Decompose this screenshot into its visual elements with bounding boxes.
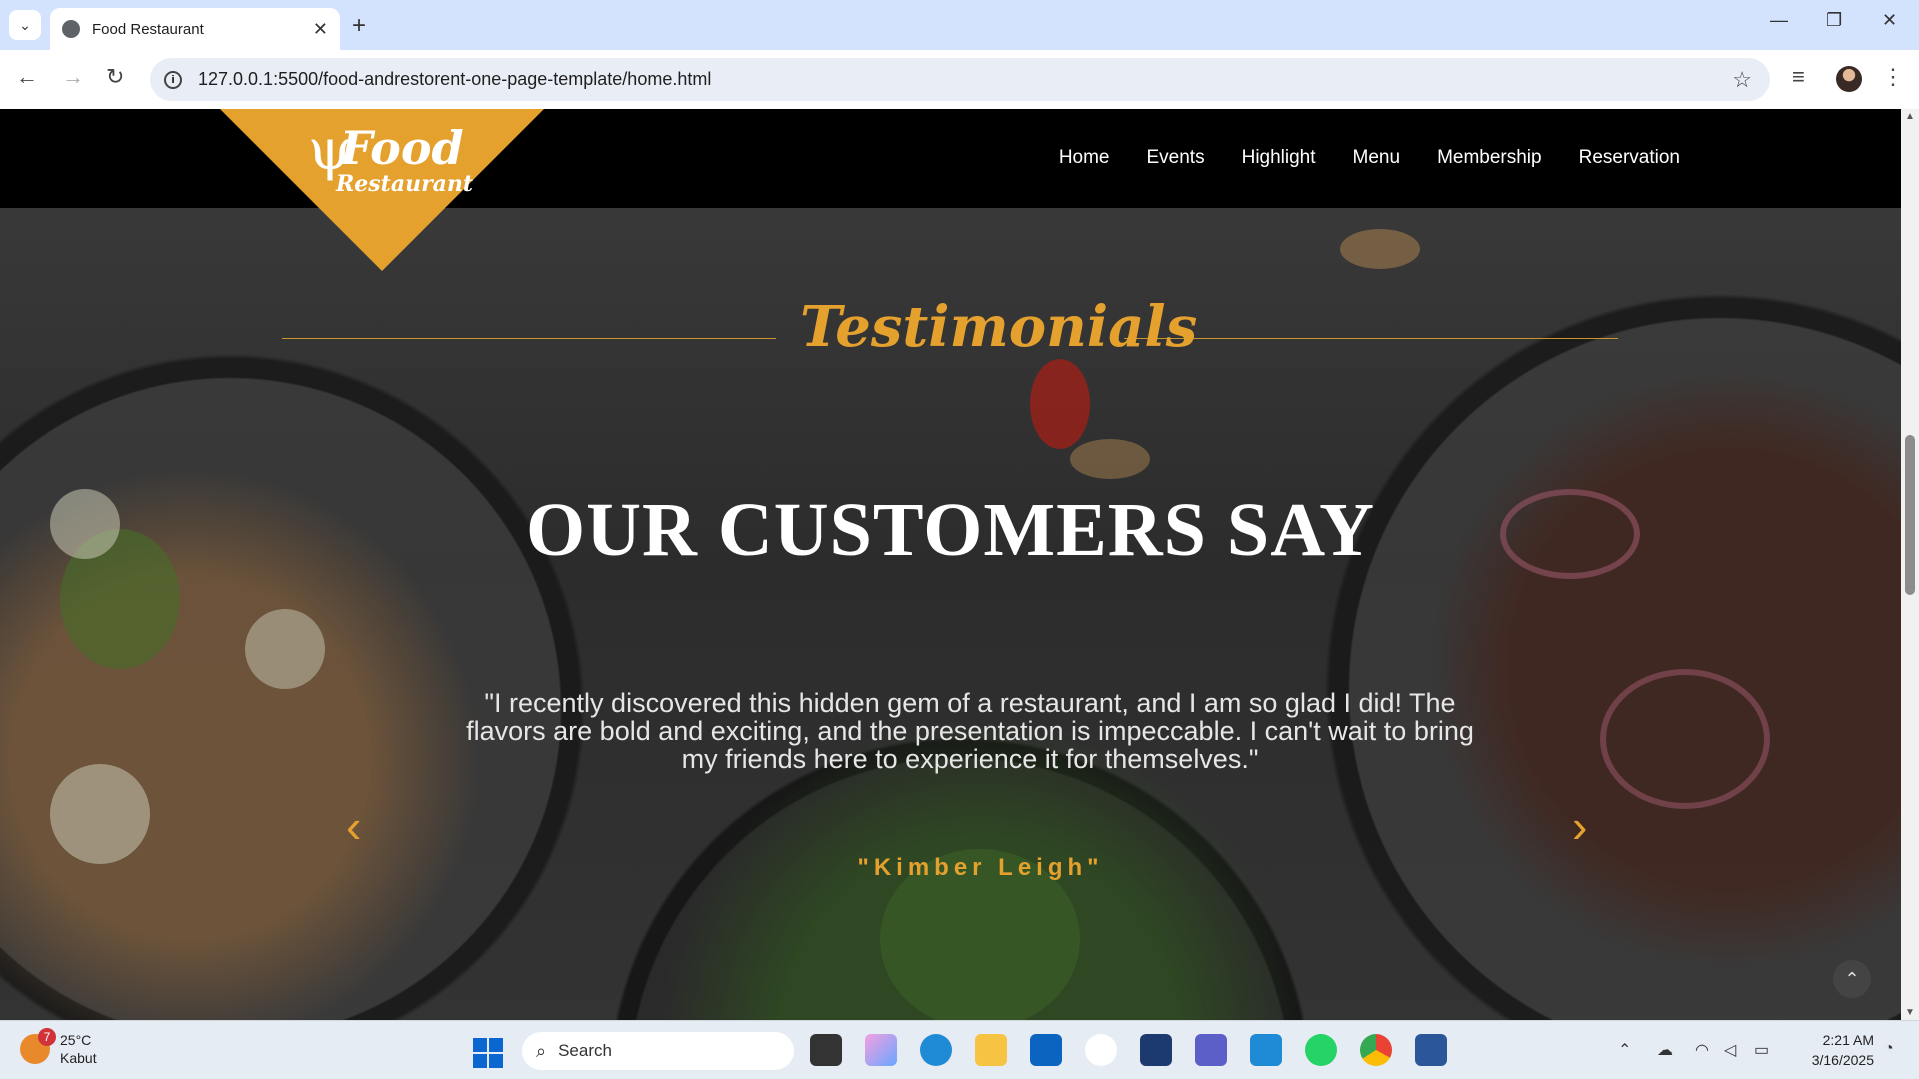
scroll-to-top-button[interactable]: ⌃ [1833,960,1871,998]
tab-title: Food Restaurant [92,20,204,38]
close-tab-icon[interactable]: ✕ [313,19,328,40]
scroll-down-icon[interactable]: ▼ [1905,1007,1915,1018]
weather-icon: 7 [20,1028,56,1064]
mongodb-icon[interactable] [1085,1034,1117,1066]
weather-widget[interactable]: 7 25°C Kabut [20,1028,97,1067]
onedrive-icon[interactable]: ☁ [1657,1040,1673,1060]
menu-item-membership[interactable]: Membership [1437,147,1542,169]
testimonial-author: "Kimber Leigh" [857,854,1104,881]
address-bar[interactable]: i 127.0.0.1:5500/food-andrestorent-one-p… [150,58,1770,101]
back-icon[interactable]: ← [16,64,38,90]
more-menu-icon[interactable]: ⋮ [1882,64,1904,90]
section-title: Testimonials [800,294,1198,360]
file-explorer-icon[interactable] [975,1034,1007,1066]
windows-start-icon[interactable] [473,1038,503,1068]
chevron-up-icon: ⌃ [1844,968,1860,989]
testimonial-quote: "I recently discovered this hidden gem o… [466,688,1474,774]
menu-item-home[interactable]: Home [1059,147,1110,169]
menu-item-reservation[interactable]: Reservation [1579,147,1680,169]
menu-item-highlight[interactable]: Highlight [1242,147,1316,169]
clock-time: 2:21 AM [1822,1032,1874,1048]
vscode-icon[interactable] [1250,1034,1282,1066]
media-control-icon[interactable]: ≡ [1792,64,1805,90]
weather-temp: 25°C [60,1032,92,1048]
search-placeholder: Search [558,1041,612,1060]
url-text: 127.0.0.1:5500/food-andrestorent-one-pag… [198,69,712,89]
menu-item-menu[interactable]: Menu [1353,147,1401,169]
search-icon: ⌕ [536,1040,547,1061]
logo-text-restaurant: Restaurant [336,171,474,197]
window-close-icon[interactable]: ✕ [1882,10,1897,31]
browser-toolbar: ← → ↻ i 127.0.0.1:5500/food-andrestorent… [0,50,1919,109]
battery-icon[interactable]: ▭ [1754,1040,1769,1060]
task-view-icon[interactable] [810,1034,842,1066]
copilot-icon[interactable] [865,1034,897,1066]
page-scrollbar[interactable]: ▲ ▼ [1901,109,1919,1020]
show-hidden-icons[interactable]: ⌃ [1618,1040,1631,1060]
restore-icon[interactable]: ❐ [1826,10,1842,31]
volume-icon[interactable]: ◁ [1724,1040,1736,1060]
teams-icon[interactable] [1195,1034,1227,1066]
weather-badge: 7 [38,1028,56,1046]
main-menu: Home Events Highlight Menu Membership Re… [1059,147,1680,169]
forward-icon[interactable]: → [62,64,84,90]
taskbar-search[interactable]: ⌕ Search [522,1032,794,1070]
taskbar-clock[interactable]: 2:21 AM 3/16/2025 [1794,1030,1874,1070]
minimize-icon[interactable]: — [1770,10,1788,31]
logo-text-food: Food [340,121,464,175]
chrome-icon[interactable] [1360,1034,1392,1066]
page-viewport: Home Events Highlight Menu Membership Re… [0,109,1901,1020]
browser-tab[interactable]: Food Restaurant ✕ [50,8,340,50]
word-icon[interactable] [1415,1034,1447,1066]
carousel-prev-icon[interactable]: ‹ [346,799,361,853]
browser-tab-bar: ⌄ Food Restaurant ✕ + — ❐ ✕ [0,0,1919,50]
notification-icon[interactable]: ◔ [1884,1040,1894,1058]
app-icon[interactable] [1140,1034,1172,1066]
wifi-icon[interactable]: ◠ [1695,1040,1709,1060]
scrollbar-thumb[interactable] [1905,435,1915,595]
weather-desc: Kabut [60,1050,97,1066]
windows-taskbar: 7 25°C Kabut ⌕ Search ⌃ ☁ ◠ ◁ ▭ 2:21 AM … [0,1020,1919,1079]
carousel-next-icon[interactable]: › [1572,799,1587,853]
site-info-icon[interactable]: i [164,70,182,89]
new-tab-button[interactable]: + [352,12,366,40]
edge-icon[interactable] [920,1034,952,1066]
title-divider-left [282,338,776,339]
tab-search-button[interactable]: ⌄ [9,10,41,40]
profile-avatar[interactable] [1836,66,1862,92]
chevron-down-icon: ⌄ [19,16,31,33]
scroll-up-icon[interactable]: ▲ [1905,111,1915,122]
title-divider-right [1124,338,1618,339]
menu-item-events[interactable]: Events [1147,147,1205,169]
bookmark-star-icon[interactable]: ☆ [1732,67,1752,93]
clock-date: 3/16/2025 [1811,1052,1874,1068]
whatsapp-icon[interactable] [1305,1034,1337,1066]
outlook-icon[interactable] [1030,1034,1062,1066]
testimonials-heading: OUR CUSTOMERS SAY [526,488,1375,572]
globe-icon [62,20,80,38]
reload-icon[interactable]: ↻ [106,64,124,90]
